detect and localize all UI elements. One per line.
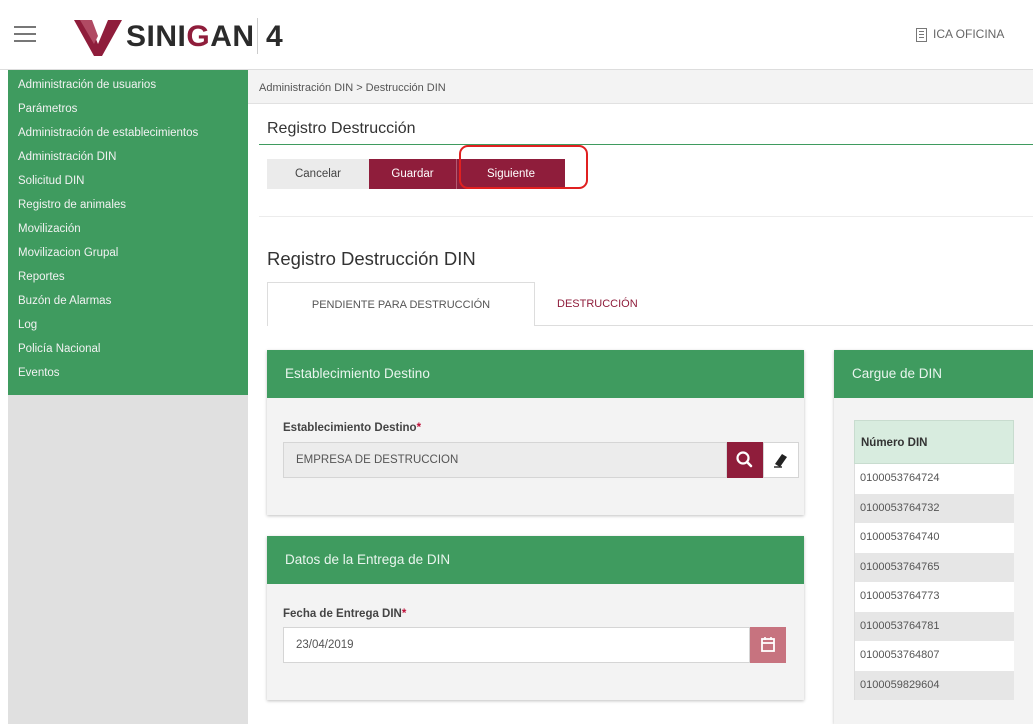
menu-icon[interactable]	[14, 26, 36, 44]
entrega-card-title: Datos de la Entrega de DIN	[267, 536, 804, 584]
calendar-icon	[761, 637, 775, 652]
sidebar-menu: Administración de usuarios Parámetros Ad…	[8, 70, 248, 395]
cancel-button[interactable]: Cancelar	[267, 159, 369, 189]
section-subtitle: Registro Destrucción DIN	[267, 248, 476, 269]
office-indicator[interactable]: ICA OFICINA	[916, 27, 1004, 42]
sidebar-item-reportes[interactable]: Reportes	[8, 265, 248, 289]
sidebar-item-registro-animales[interactable]: Registro de animales	[8, 193, 248, 217]
table-row[interactable]: 0100059829604	[854, 670, 1014, 700]
table-row[interactable]: 0100053764807	[854, 641, 1014, 671]
office-label: ICA OFICINA	[933, 27, 1005, 41]
building-icon	[916, 27, 927, 42]
cargue-card-title: Cargue de DIN	[834, 350, 1033, 398]
fecha-entrega-input[interactable]: 23/04/2019	[283, 627, 750, 663]
eraser-icon	[774, 454, 787, 468]
table-row[interactable]: 0100053764724	[854, 464, 1014, 494]
table-row[interactable]: 0100053764732	[854, 493, 1014, 523]
table-row[interactable]: 0100053764765	[854, 552, 1014, 582]
tabs-divider	[535, 325, 1033, 326]
clear-button[interactable]	[763, 442, 799, 478]
sidebar-item-administracion-establecimientos[interactable]: Administración de establecimientos	[8, 121, 248, 145]
entrega-card: Datos de la Entrega de DIN Fecha de Entr…	[267, 536, 804, 700]
sidebar-item-solicitud-din[interactable]: Solicitud DIN	[8, 169, 248, 193]
tab-pendiente[interactable]: PENDIENTE PARA DESTRUCCIÓN	[267, 282, 535, 326]
table-row[interactable]: 0100053764773	[854, 582, 1014, 612]
logo-icon	[74, 20, 122, 56]
destino-card: Establecimiento Destino Establecimiento …	[267, 350, 804, 515]
din-table-header: Número DIN	[854, 420, 1014, 464]
sidebar-item-log[interactable]: Log	[8, 313, 248, 337]
search-button[interactable]	[727, 442, 763, 478]
sidebar-item-movilizacion[interactable]: Movilización	[8, 217, 248, 241]
breadcrumb: Administración DIN > Destrucción DIN	[259, 82, 446, 94]
table-row[interactable]: 0100053764740	[854, 523, 1014, 553]
brand-version: 4	[266, 20, 283, 53]
destino-input[interactable]: EMPRESA DE DESTRUCCION	[283, 442, 727, 478]
sidebar-item-parametros[interactable]: Parámetros	[8, 97, 248, 121]
brand-divider	[257, 18, 258, 54]
tab-bar: PENDIENTE PARA DESTRUCCIÓN DESTRUCCIÓN	[267, 282, 660, 326]
sidebar-item-administracion-din[interactable]: Administración DIN	[8, 145, 248, 169]
destino-field-label: Establecimiento Destino*	[283, 422, 422, 434]
top-bar: SINIGAN 4 ICA OFICINA	[0, 0, 1033, 70]
save-button[interactable]: Guardar	[369, 159, 457, 189]
sidebar-item-buzon-alarmas[interactable]: Buzón de Alarmas	[8, 289, 248, 313]
tab-destruccion[interactable]: DESTRUCCIÓN	[535, 282, 660, 326]
sidebar-item-policia-nacional[interactable]: Policía Nacional	[8, 337, 248, 361]
toolbar-divider	[259, 216, 1033, 217]
search-icon	[736, 451, 753, 468]
sidebar-item-administracion-usuarios[interactable]: Administración de usuarios	[8, 70, 248, 97]
entrega-field-label: Fecha de Entrega DIN*	[283, 608, 407, 620]
table-row[interactable]: 0100053764781	[854, 611, 1014, 641]
main-content: Administración DIN > Destrucción DIN Reg…	[248, 70, 1033, 724]
sidebar: Administración de usuarios Parámetros Ad…	[8, 70, 248, 724]
destino-card-title: Establecimiento Destino	[267, 350, 804, 398]
date-picker-button[interactable]	[750, 627, 786, 663]
brand-name: SINIGAN	[126, 20, 255, 53]
cargue-card: Cargue de DIN Número DIN 0100053764724 0…	[834, 350, 1033, 724]
page-title: Registro Destrucción	[267, 120, 416, 137]
highlight-box	[459, 145, 588, 189]
sidebar-item-movilizacion-grupal[interactable]: Movilizacion Grupal	[8, 241, 248, 265]
breadcrumb-bar: Administración DIN > Destrucción DIN	[248, 70, 1033, 104]
title-divider	[259, 144, 1033, 145]
sidebar-item-eventos[interactable]: Eventos	[8, 361, 248, 385]
din-table: Número DIN 0100053764724 0100053764732 0…	[854, 420, 1014, 700]
